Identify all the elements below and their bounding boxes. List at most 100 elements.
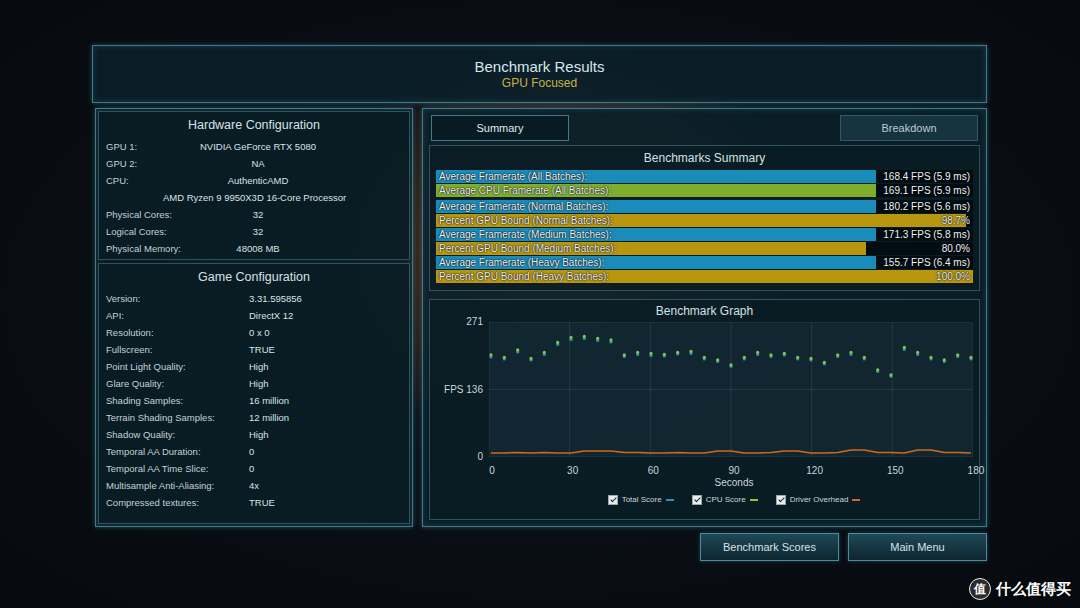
game-label: Compressed textures: [106, 494, 249, 511]
game-label: Terrain Shading Samples: [106, 409, 249, 426]
summary-bar: Percent GPU Bound (Medium Batches): 80.0% [436, 242, 973, 255]
score-point [609, 338, 612, 341]
hardware-section: Hardware Configuration GPU 1:NVIDIA GeFo… [98, 111, 410, 260]
results-panel: Summary Breakdown Benchmarks Summary Aver… [422, 108, 987, 527]
hardware-title: Hardware Configuration [99, 112, 409, 138]
hardware-value: 32 [192, 223, 324, 240]
y-tick: 0 [477, 451, 483, 463]
legend-checkbox[interactable] [776, 495, 786, 505]
main-menu-button[interactable]: Main Menu [848, 533, 987, 561]
legend-item[interactable]: Driver Overhead [776, 494, 861, 506]
game-row: Compressed textures:TRUE [106, 494, 403, 511]
hardware-label: Logical Cores: [106, 223, 192, 240]
legend-label[interactable]: CPU Score [706, 494, 746, 506]
y-tick: FPS 136 [444, 384, 483, 396]
game-value: 0 [249, 460, 403, 477]
game-label: Multisample Anti-Aliasing: [106, 477, 249, 494]
graph-legend: Total Score CPU Score Driver Overhead [492, 494, 976, 506]
score-point [596, 337, 599, 340]
game-row: Point Light Quality:High [106, 358, 403, 375]
summary-bar-value: 171.3 FPS (5.8 ms) [883, 228, 970, 241]
tab-label[interactable]: Summary [476, 120, 523, 137]
legend-label[interactable]: Total Score [622, 494, 662, 506]
score-point [969, 356, 972, 359]
tab-label[interactable]: Breakdown [881, 120, 936, 137]
summary-bar-label: Percent GPU Bound (Heavy Batches): [439, 270, 609, 283]
game-label: Shading Samples: [106, 392, 249, 409]
game-label: Fullscreen: [106, 341, 249, 358]
game-section: Game Configuration Version:3.31.595856AP… [98, 263, 410, 524]
benchmark-plot [489, 322, 973, 457]
summary-title: Benchmarks Summary [436, 146, 973, 170]
score-point [729, 363, 732, 366]
plot-holder [489, 322, 973, 463]
score-point [809, 357, 812, 360]
results-tab[interactable]: Summary [431, 115, 569, 141]
hardware-row: Physical Memory:48008 MB [106, 240, 403, 257]
hardware-label: Physical Memory: [106, 240, 192, 257]
x-tick: 150 [883, 465, 907, 477]
game-value: DirectX 12 [249, 307, 403, 324]
game-value: 4x [249, 477, 403, 494]
legend-checkbox[interactable] [692, 495, 702, 505]
score-point [783, 352, 786, 355]
header-subtitle: GPU Focused [502, 76, 577, 90]
game-label: Version: [106, 290, 249, 307]
game-title: Game Configuration [99, 264, 409, 290]
header-panel: Benchmark Results GPU Focused [92, 45, 987, 103]
grid-line [489, 457, 973, 458]
hardware-row: Logical Cores:32 [106, 223, 403, 240]
x-tick: 180 [964, 465, 988, 477]
score-point [929, 356, 932, 359]
summary-bar-value: 168.4 FPS (5.9 ms) [883, 170, 970, 183]
hardware-value: AuthenticAMD [192, 172, 324, 189]
score-point [623, 353, 626, 356]
game-rows: Version:3.31.595856API:DirectX 12Resolut… [99, 290, 409, 513]
score-point [836, 353, 839, 356]
summary-bar-value: 80.0% [942, 242, 970, 255]
watermark-logo-icon: 值 [969, 578, 991, 600]
game-value: 3.31.595856 [249, 290, 403, 307]
summary-bar-value: 180.2 FPS (5.6 ms) [883, 200, 970, 213]
hardware-row: GPU 2:NA [106, 155, 403, 172]
summary-bar: Percent GPU Bound (Heavy Batches):100.0% [436, 270, 973, 283]
score-point [916, 351, 919, 354]
legend-item[interactable]: Total Score [608, 494, 674, 506]
game-value: High [249, 358, 403, 375]
score-point [889, 373, 892, 376]
plot-row: 271FPS 1360 [436, 322, 973, 463]
game-row: Shadow Quality:High [106, 426, 403, 443]
score-point [863, 356, 866, 359]
summary-bar-label: Percent GPU Bound (Medium Batches): [439, 242, 616, 255]
game-value: High [249, 375, 403, 392]
graph-section: Benchmark Graph 271FPS 1360 030609012015… [429, 299, 980, 520]
score-point [489, 353, 492, 356]
game-value: 0 [249, 443, 403, 460]
game-value: TRUE [249, 494, 403, 511]
game-value: TRUE [249, 341, 403, 358]
game-row: API:DirectX 12 [106, 307, 403, 324]
game-label: Point Light Quality: [106, 358, 249, 375]
game-row: Resolution:0 x 0 [106, 324, 403, 341]
game-label: Glare Quality: [106, 375, 249, 392]
x-tick: 0 [480, 465, 504, 477]
game-label: Shadow Quality: [106, 426, 249, 443]
score-point [689, 350, 692, 353]
summary-bar: Percent GPU Bound (Normal Batches):98.7% [436, 214, 973, 227]
hardware-row: CPU:AuthenticAMD [106, 172, 403, 189]
summary-section: Benchmarks Summary Average Framerate (Al… [429, 145, 980, 291]
benchmark-scores-button[interactable]: Benchmark Scores [700, 533, 839, 561]
grid-line [489, 389, 973, 390]
summary-bar-label: Percent GPU Bound (Normal Batches): [439, 214, 613, 227]
grid-line [489, 322, 973, 323]
score-point [636, 351, 639, 354]
hardware-value: NVIDIA GeForce RTX 5080 [192, 138, 324, 155]
summary-bar: Average Framerate (Medium Batches):171.3… [436, 228, 973, 241]
legend-label[interactable]: Driver Overhead [790, 494, 849, 506]
legend-item[interactable]: CPU Score [692, 494, 758, 506]
legend-checkbox[interactable] [608, 495, 618, 505]
score-point [543, 351, 546, 354]
game-row: Temporal AA Time Slice:0 [106, 460, 403, 477]
watermark-text: 什么值得买 [996, 578, 1071, 601]
results-tab[interactable]: Breakdown [840, 115, 978, 141]
